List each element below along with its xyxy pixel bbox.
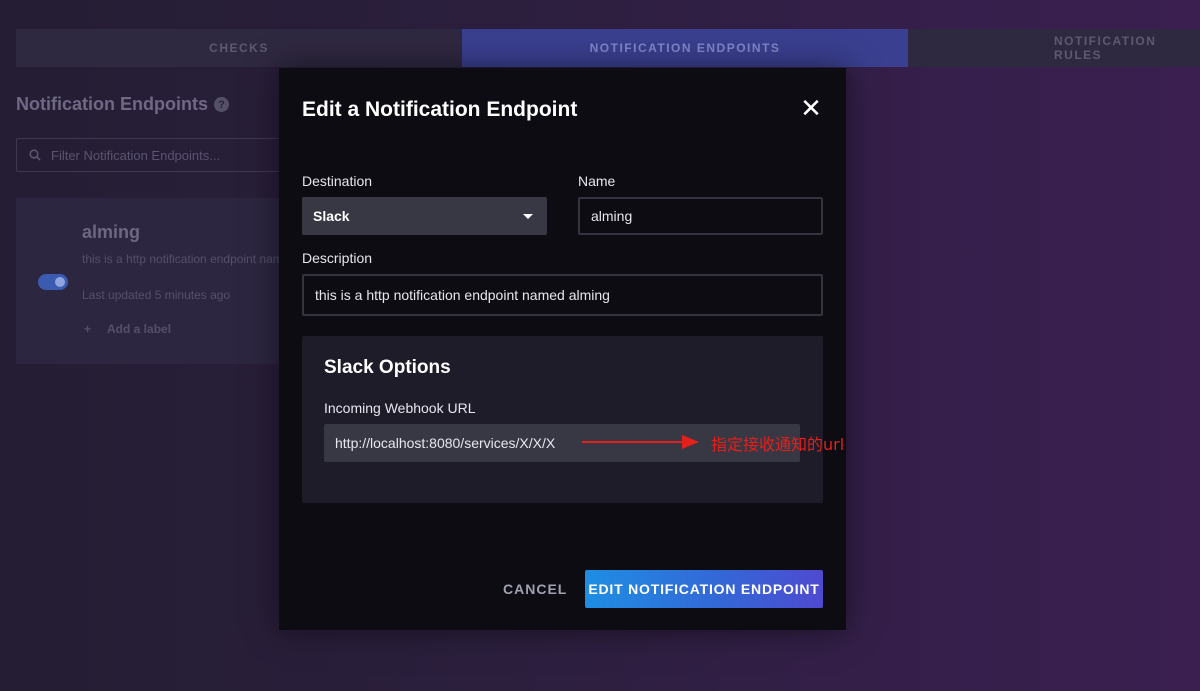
- caret-down-icon: [523, 213, 533, 219]
- endpoint-updated: Last updated 5 minutes ago: [82, 288, 231, 302]
- enabled-toggle[interactable]: [38, 274, 68, 290]
- endpoint-name[interactable]: alming: [82, 222, 140, 243]
- annotation-text: 指定接收通知的url: [711, 435, 845, 454]
- add-label-text: Add a label: [107, 322, 172, 336]
- edit-endpoint-button[interactable]: EDIT NOTIFICATION ENDPOINT: [585, 570, 823, 608]
- plus-icon: +: [84, 322, 92, 336]
- tab-notification-rules[interactable]: NOTIFICATION RULES: [908, 29, 1200, 67]
- tab-bar: CHECKS NOTIFICATION ENDPOINTS NOTIFICATI…: [16, 29, 1200, 67]
- dialog-title: Edit a Notification Endpoint: [302, 98, 578, 121]
- annotation-arrow: [582, 435, 699, 449]
- edit-endpoint-dialog: Edit a Notification Endpoint ✕ Destinati…: [279, 68, 846, 630]
- cancel-button[interactable]: CANCEL: [503, 570, 567, 608]
- add-label-button[interactable]: + Add a label: [84, 322, 171, 336]
- destination-select[interactable]: Slack: [302, 197, 547, 235]
- name-input[interactable]: [578, 197, 823, 235]
- slack-options-title: Slack Options: [324, 357, 451, 378]
- webhook-url-label: Incoming Webhook URL: [324, 400, 476, 416]
- destination-value: Slack: [313, 208, 350, 224]
- help-icon[interactable]: ?: [213, 97, 229, 112]
- filter-placeholder: Filter Notification Endpoints...: [51, 147, 221, 163]
- close-icon[interactable]: ✕: [800, 95, 822, 121]
- page-title-text: Notification Endpoints: [16, 94, 208, 114]
- page-title: Notification Endpoints ?: [16, 94, 229, 115]
- tab-notification-endpoints[interactable]: NOTIFICATION ENDPOINTS: [462, 29, 908, 67]
- slack-options-panel: Slack Options Incoming Webhook URL: [302, 336, 823, 503]
- tab-checks[interactable]: CHECKS: [16, 29, 462, 67]
- search-icon: [29, 149, 41, 161]
- name-label: Name: [578, 173, 616, 189]
- destination-label: Destination: [302, 173, 373, 189]
- description-input[interactable]: [302, 274, 823, 316]
- description-label: Description: [302, 250, 373, 266]
